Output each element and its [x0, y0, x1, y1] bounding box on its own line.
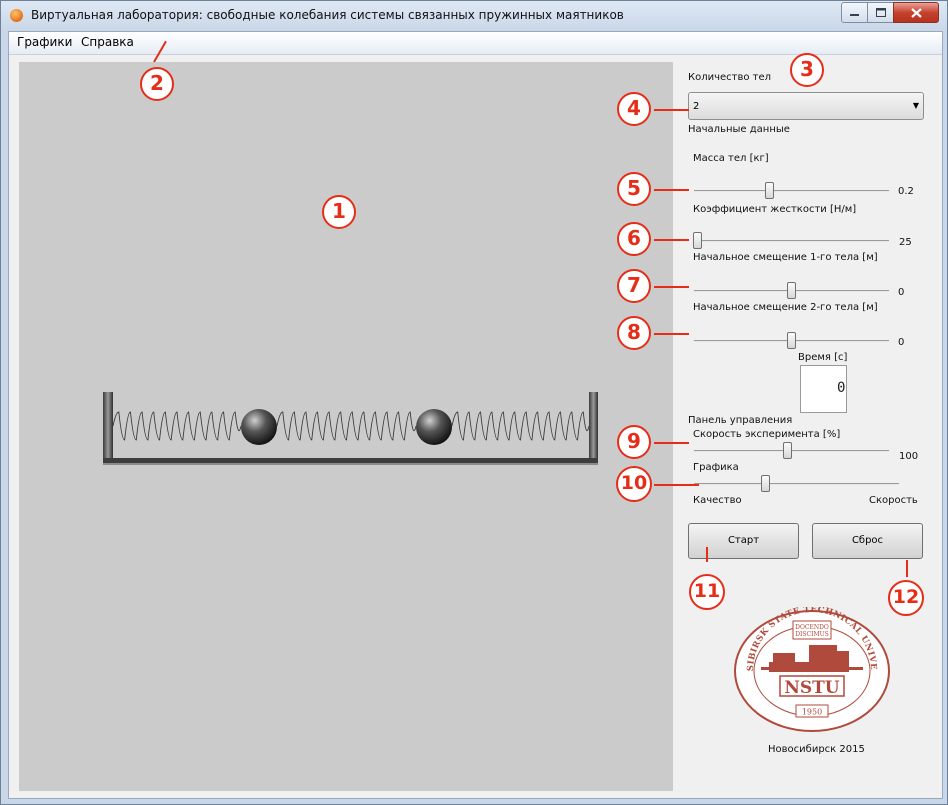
mass-slider-track	[694, 190, 889, 192]
disp1-value: 0	[898, 287, 905, 298]
graphics-slider[interactable]	[694, 474, 899, 494]
nstu-logo: NOVOSIBIRSK STATE TECHNICAL UNIVERSITY D…	[733, 607, 890, 732]
initial-data-label: Начальные данные	[688, 124, 790, 135]
disp2-slider-thumb[interactable]	[786, 332, 796, 349]
mass-value: 0.2	[898, 186, 914, 197]
close-icon	[910, 7, 922, 18]
stiffness-slider-thumb[interactable]	[692, 232, 702, 249]
logo-motto-top: DOCENDO	[795, 624, 829, 631]
menu-help[interactable]: Справка	[81, 35, 134, 49]
callout-leader-7	[654, 286, 689, 288]
body-2	[416, 409, 452, 445]
menu-graphs[interactable]: Графики	[17, 35, 72, 49]
spring-1	[112, 411, 242, 441]
reset-button[interactable]: Сброс	[812, 523, 923, 559]
logo-year: 1950	[802, 708, 822, 717]
callout-1: 1	[322, 195, 356, 229]
callout-7: 7	[617, 269, 651, 303]
stiffness-value: 25	[899, 237, 912, 248]
spring-3	[451, 411, 590, 441]
pendulum-scene	[103, 392, 598, 465]
body-1	[241, 409, 277, 445]
app-icon	[10, 9, 23, 22]
dropdown-arrow-icon: ▼	[912, 101, 919, 110]
speed-slider[interactable]	[694, 441, 889, 461]
close-button[interactable]	[893, 2, 939, 23]
count-label: Количество тел	[688, 72, 772, 83]
minimize-button[interactable]	[841, 2, 868, 23]
springs	[112, 411, 590, 441]
client-area: Графики Справка Количество тел 2 ▼ Начал…	[8, 31, 943, 799]
callout-12: 12	[888, 580, 924, 616]
disp1-slider-thumb[interactable]	[786, 282, 796, 299]
title-bar[interactable]: Виртуальная лаборатория: свободные колеб…	[1, 1, 947, 31]
callout-5: 5	[617, 172, 651, 206]
graphics-label: Графика	[693, 462, 739, 473]
callout-leader-8	[654, 333, 689, 335]
callout-9: 9	[617, 425, 651, 459]
minimize-icon	[850, 13, 859, 16]
callout-leader-9	[654, 442, 689, 444]
mass-slider-thumb[interactable]	[765, 182, 775, 199]
count-select-value: 2	[693, 101, 700, 112]
start-button[interactable]: Старт	[688, 523, 799, 559]
disp2-value: 0	[898, 337, 905, 348]
right-wall	[589, 392, 598, 462]
window-title: Виртуальная лаборатория: свободные колеб…	[31, 8, 624, 22]
graphics-slider-track	[694, 483, 899, 485]
mass-slider[interactable]	[694, 181, 889, 201]
speed-slider-thumb[interactable]	[782, 442, 792, 459]
maximize-icon	[875, 8, 886, 17]
stiffness-label: Коэффициент жесткости [Н/м]	[693, 204, 857, 215]
logo-abbrev: NSTU	[784, 678, 839, 698]
app-window: Виртуальная лаборатория: свободные колеб…	[0, 0, 948, 805]
callout-10: 10	[616, 466, 652, 502]
spring-2	[276, 411, 417, 441]
base-rail	[103, 458, 598, 463]
callout-6: 6	[617, 222, 651, 256]
menu-bar: Графики Справка	[9, 32, 942, 55]
callout-leader-6	[654, 239, 689, 241]
graphics-slider-thumb[interactable]	[760, 475, 770, 492]
quality-label: Качество	[693, 495, 742, 506]
callout-leader-11	[706, 547, 708, 562]
stiffness-slider[interactable]	[692, 231, 889, 251]
callout-11: 11	[689, 574, 725, 610]
disp2-slider[interactable]	[694, 331, 889, 351]
callout-3: 3	[790, 53, 824, 87]
callout-4: 4	[617, 92, 651, 126]
speed-label: Скорость эксперимента [%]	[693, 429, 841, 440]
disp1-slider[interactable]	[694, 281, 889, 301]
logo-motto-bottom: DISCIMUS	[795, 631, 829, 638]
callout-leader-4	[654, 109, 689, 111]
speed-end-label: Скорость	[869, 495, 918, 506]
left-wall	[103, 392, 113, 462]
control-panel-label: Панель управления	[688, 415, 793, 426]
time-display: 0	[800, 365, 847, 413]
callout-2: 2	[140, 67, 174, 101]
disp1-label: Начальное смещение 1-го тела [м]	[693, 252, 878, 263]
maximize-button[interactable]	[867, 2, 894, 23]
mass-label: Масса тел [кг]	[693, 153, 769, 164]
footer-text: Новосибирск 2015	[768, 744, 865, 755]
speed-value: 100	[899, 451, 919, 462]
count-select[interactable]: 2 ▼	[688, 92, 924, 120]
callout-leader-5	[654, 189, 689, 191]
stiffness-slider-track	[694, 240, 889, 242]
callout-leader-10	[654, 484, 699, 486]
callout-leader-12	[906, 560, 908, 577]
callout-8: 8	[617, 316, 651, 350]
time-digit: 0	[837, 380, 846, 396]
time-label: Время [с]	[798, 352, 848, 363]
disp2-label: Начальное смещение 2-го тела [м]	[693, 302, 878, 313]
simulation-canvas	[19, 62, 673, 791]
